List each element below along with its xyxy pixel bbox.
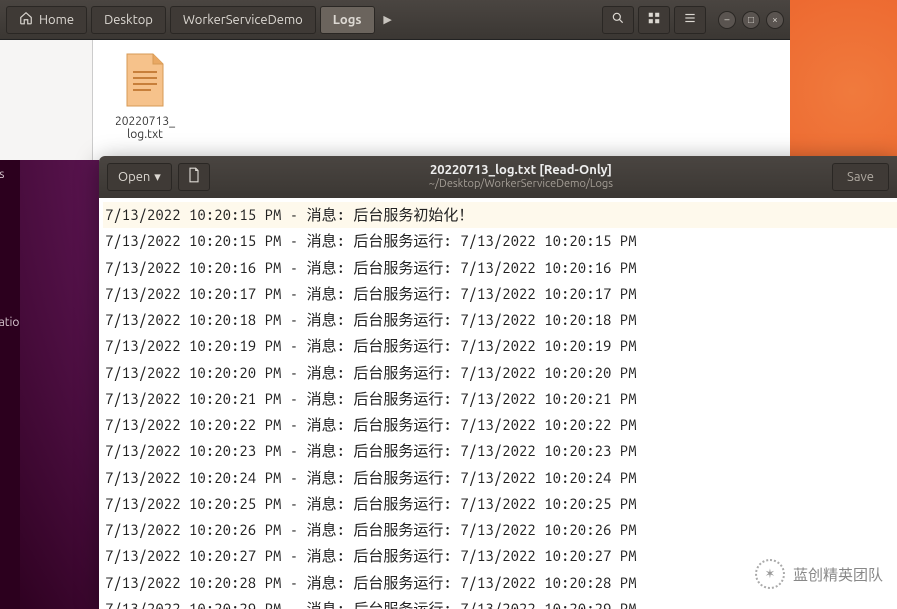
- save-label: Save: [847, 170, 874, 184]
- grid-view-button[interactable]: [638, 6, 670, 34]
- editor-title-main: 20220713_log.txt [Read-Only]: [210, 162, 832, 178]
- hamburger-icon: [683, 11, 697, 28]
- log-line: 7/13/2022 10:20:28 PM - 消息: 后台服务运行: 7/13…: [103, 570, 897, 596]
- text-file-icon: [121, 52, 169, 108]
- new-document-button[interactable]: [178, 163, 210, 191]
- log-line: 7/13/2022 10:20:15 PM - 消息: 后台服务初始化！: [103, 202, 897, 228]
- log-line: 7/13/2022 10:20:29 PM - 消息: 后台服务运行: 7/13…: [103, 596, 897, 609]
- editor-header: Open ▾ 20220713_log.txt [Read-Only] ~/De…: [99, 156, 897, 198]
- editor-title-path: ~/Desktop/WorkerServiceDemo/Logs: [210, 178, 832, 192]
- home-icon: [19, 11, 33, 28]
- log-line: 7/13/2022 10:20:25 PM - 消息: 后台服务运行: 7/13…: [103, 491, 897, 517]
- file-manager-sidebar: [0, 40, 92, 160]
- log-line: 7/13/2022 10:20:21 PM - 消息: 后台服务运行: 7/13…: [103, 386, 897, 412]
- file-name-line1: 20220713_: [105, 115, 185, 128]
- editor-title: 20220713_log.txt [Read-Only] ~/Desktop/W…: [210, 162, 832, 192]
- file-manager-body[interactable]: 20220713_ log.txt: [92, 40, 790, 160]
- log-line: 7/13/2022 10:20:17 PM - 消息: 后台服务运行: 7/13…: [103, 281, 897, 307]
- open-label: Open: [118, 170, 150, 184]
- log-line: 7/13/2022 10:20:20 PM - 消息: 后台服务运行: 7/13…: [103, 360, 897, 386]
- open-button[interactable]: Open ▾: [107, 163, 172, 191]
- log-line: 7/13/2022 10:20:22 PM - 消息: 后台服务运行: 7/13…: [103, 412, 897, 438]
- editor-text-area[interactable]: 7/13/2022 10:20:15 PM - 消息: 后台服务初始化！7/13…: [99, 198, 897, 609]
- launcher-item[interactable]: ocations: [0, 316, 20, 329]
- breadcrumb-more-icon[interactable]: ▶: [379, 6, 397, 34]
- file-manager-window: Home Desktop WorkerServiceDemo Logs ▶: [0, 0, 790, 160]
- breadcrumb-label: WorkerServiceDemo: [183, 13, 303, 27]
- launcher-item[interactable]: s: [0, 195, 20, 208]
- save-button[interactable]: Save: [832, 163, 889, 191]
- maximize-button[interactable]: □: [742, 11, 760, 29]
- maximize-icon: □: [748, 14, 754, 26]
- file-name-line2: log.txt: [105, 128, 185, 141]
- breadcrumb-label: Home: [39, 13, 74, 27]
- log-line: 7/13/2022 10:20:23 PM - 消息: 后台服务运行: 7/13…: [103, 438, 897, 464]
- menu-button[interactable]: [674, 6, 706, 34]
- launcher-item[interactable]: ads: [0, 168, 20, 181]
- file-item[interactable]: 20220713_ log.txt: [105, 52, 185, 141]
- breadcrumb-current[interactable]: Logs: [320, 6, 375, 34]
- search-button[interactable]: [602, 6, 634, 34]
- log-line: 7/13/2022 10:20:27 PM - 消息: 后台服务运行: 7/13…: [103, 543, 897, 569]
- breadcrumb-label: Logs: [333, 13, 362, 27]
- minimize-button[interactable]: –: [718, 11, 736, 29]
- log-line: 7/13/2022 10:20:19 PM - 消息: 后台服务运行: 7/13…: [103, 333, 897, 359]
- minimize-icon: –: [725, 14, 730, 25]
- window-controls: – □ ×: [718, 11, 784, 29]
- breadcrumb-folder[interactable]: WorkerServiceDemo: [170, 6, 316, 34]
- log-line: 7/13/2022 10:20:26 PM - 消息: 后台服务运行: 7/13…: [103, 517, 897, 543]
- breadcrumb-desktop[interactable]: Desktop: [91, 6, 166, 34]
- file-manager-toolbar: Home Desktop WorkerServiceDemo Logs ▶: [0, 0, 790, 40]
- close-button[interactable]: ×: [766, 11, 784, 29]
- text-editor-window: Open ▾ 20220713_log.txt [Read-Only] ~/De…: [99, 156, 897, 609]
- log-line: 7/13/2022 10:20:24 PM - 消息: 后台服务运行: 7/13…: [103, 465, 897, 491]
- new-document-icon: [187, 167, 201, 187]
- search-icon: [611, 11, 625, 28]
- log-line: 7/13/2022 10:20:18 PM - 消息: 后台服务运行: 7/13…: [103, 307, 897, 333]
- log-line: 7/13/2022 10:20:15 PM - 消息: 后台服务运行: 7/13…: [103, 228, 897, 254]
- chevron-down-icon: ▾: [154, 170, 161, 185]
- close-icon: ×: [772, 14, 778, 25]
- breadcrumb-home[interactable]: Home: [6, 6, 87, 34]
- grid-icon: [647, 11, 661, 28]
- breadcrumb-label: Desktop: [104, 13, 153, 27]
- log-line: 7/13/2022 10:20:16 PM - 消息: 后台服务运行: 7/13…: [103, 255, 897, 281]
